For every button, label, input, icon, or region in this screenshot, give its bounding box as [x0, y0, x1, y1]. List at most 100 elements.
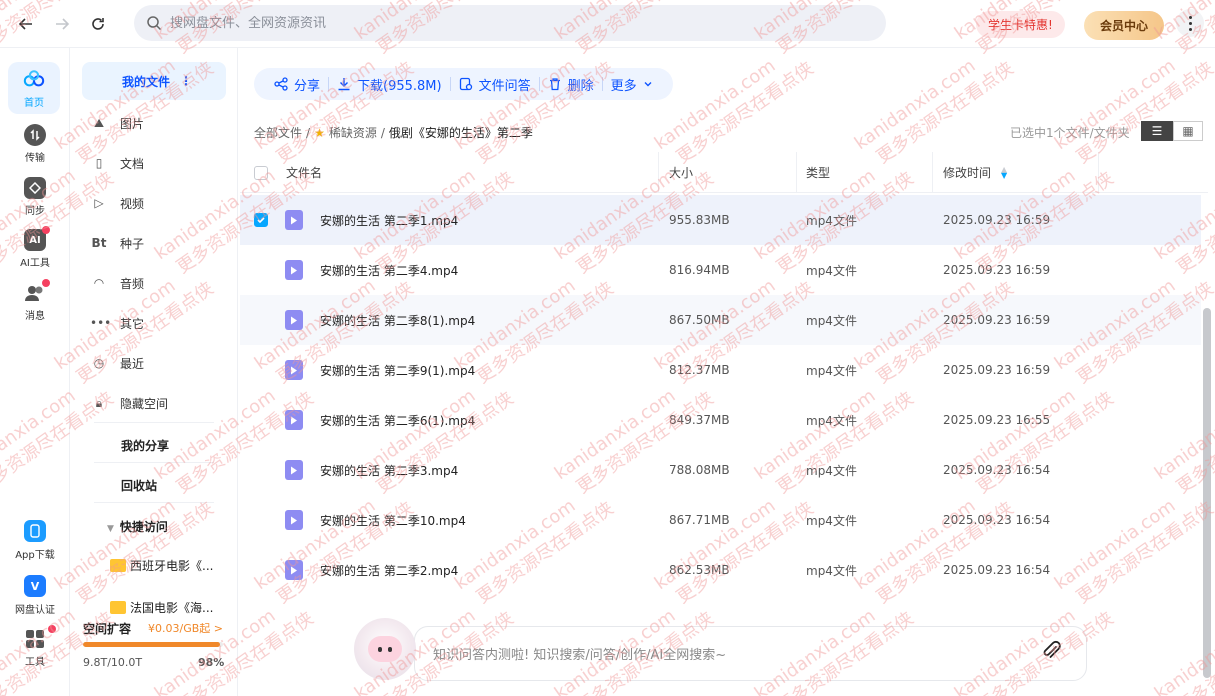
side-item-torrents[interactable]: Bt 种子	[92, 231, 144, 255]
quick-access-toggle[interactable]: ▼ 快捷访问	[107, 518, 168, 535]
rail-label: 首页	[24, 97, 44, 109]
column-header-name[interactable]: 文件名	[286, 152, 322, 193]
video-file-icon	[285, 295, 303, 345]
ai-question-box[interactable]: 知识问答内测啦! 知识搜索/问答/创作/AI全网搜索~	[414, 626, 1087, 681]
file-name[interactable]: 安娜的生活 第二季8(1).mp4	[320, 295, 475, 345]
more-menu-button[interactable]	[1176, 9, 1204, 37]
side-item-audio[interactable]: ◠ 音频	[94, 271, 144, 295]
vip-center-button[interactable]: 会员中心	[1084, 11, 1164, 40]
column-header-modified[interactable]: 修改时间 ▲ ▼	[943, 152, 1007, 193]
table-row[interactable]: 安娜的生活 第二季3.mp4 788.08MB mp4文件 2025.09.23…	[240, 445, 1201, 495]
checkbox-box	[254, 213, 268, 227]
file-type: mp4文件	[806, 413, 857, 428]
search-bar[interactable]	[134, 5, 886, 41]
file-name[interactable]: 安娜的生活 第二季4.mp4	[320, 245, 458, 295]
column-divider	[796, 152, 797, 193]
recycle-bin-link[interactable]: 回收站	[121, 477, 157, 494]
forward-button[interactable]	[44, 6, 80, 42]
breadcrumb-mid[interactable]: 稀缺资源	[329, 124, 377, 141]
lock-icon: 🔒︎	[95, 395, 103, 410]
breadcrumb-root[interactable]: 全部文件	[254, 124, 302, 141]
file-name[interactable]: 安娜的生活 第二季10.mp4	[320, 495, 466, 545]
download-button[interactable]: 下载(955.8M)	[329, 75, 450, 94]
more-label: 更多	[610, 78, 637, 94]
vertical-dots-icon[interactable]: ⋮	[180, 74, 192, 88]
file-name[interactable]: 安娜的生活 第二季3.mp4	[320, 445, 458, 495]
file-size: 816.94MB	[669, 263, 730, 277]
side-item-other[interactable]: ••• 其它	[90, 311, 145, 335]
more-actions-button[interactable]: 更多	[603, 75, 661, 94]
attach-button[interactable]	[1040, 640, 1062, 665]
rail-item-home[interactable]: 首页	[8, 62, 60, 114]
search-input[interactable]	[170, 15, 850, 31]
list-icon: ☰	[1151, 124, 1163, 138]
file-modified: 2025.09.23 16:54	[943, 463, 1051, 477]
side-item-label: 隐藏空间	[120, 396, 169, 411]
notification-dot	[48, 625, 56, 633]
select-all-checkbox[interactable]	[254, 152, 268, 193]
rail-item-messages[interactable]: 消息	[0, 279, 70, 322]
table-row[interactable]: 安娜的生活 第二季10.mp4 867.71MB mp4文件 2025.09.2…	[240, 495, 1201, 545]
side-item-documents[interactable]: ▯ 文档	[96, 151, 144, 175]
file-modified: 2025.09.23 16:55	[943, 413, 1051, 427]
image-icon: ⛰	[93, 115, 105, 130]
share-button[interactable]: 分享	[266, 75, 328, 94]
side-item-images[interactable]: ⛰ 图片	[94, 111, 144, 135]
file-name[interactable]: 安娜的生活 第二季2.mp4	[320, 545, 458, 595]
file-name[interactable]: 安娜的生活 第二季6(1).mp4	[320, 395, 475, 445]
refresh-button[interactable]	[80, 6, 116, 42]
side-item-recent[interactable]: ◷ 最近	[94, 351, 144, 375]
rail-item-app-download[interactable]: App下载	[0, 520, 70, 561]
delete-button[interactable]: 删除	[540, 75, 602, 94]
list-view-button[interactable]: ☰	[1141, 121, 1173, 141]
file-size: 788.08MB	[669, 463, 730, 477]
my-share-link[interactable]: 我的分享	[121, 437, 169, 454]
side-item-label: 其它	[120, 316, 145, 331]
video-file-icon	[285, 195, 303, 245]
file-qa-button[interactable]: 文件问答	[451, 75, 539, 94]
column-header-type[interactable]: 类型	[806, 152, 830, 193]
row-checkbox[interactable]	[254, 195, 268, 245]
file-table-header: 文件名 大小 类型 修改时间 ▲ ▼	[240, 152, 1208, 193]
ellipsis-icon: •••	[90, 316, 112, 330]
file-modified: 2025.09.23 16:59	[943, 263, 1051, 277]
side-item-videos[interactable]: ▷ 视频	[94, 191, 144, 215]
ai-assistant-avatar[interactable]	[354, 618, 416, 680]
vertical-scrollbar[interactable]	[1203, 308, 1211, 678]
grid-view-button[interactable]: ▦	[1173, 121, 1203, 141]
student-card-promo-button[interactable]: 学生卡特惠!	[976, 11, 1065, 38]
phone-icon	[24, 520, 46, 542]
file-name[interactable]: 安娜的生活 第二季1.mp4	[320, 195, 458, 245]
file-modified: 2025.09.23 16:54	[943, 513, 1051, 527]
quick-access-item[interactable]: 西班牙电影《...	[110, 557, 220, 574]
video-file-icon	[285, 245, 303, 295]
rail-label: App下载	[15, 550, 55, 561]
side-item-hidden-space[interactable]: 🔒︎ 隐藏空间	[96, 391, 169, 415]
rail-item-ai-tools[interactable]: AI AI工具	[0, 226, 70, 269]
rail-item-sync[interactable]: 同步	[0, 177, 70, 217]
table-row[interactable]: 安娜的生活 第二季4.mp4 816.94MB mp4文件 2025.09.23…	[240, 245, 1201, 295]
rail-label: 同步	[25, 206, 45, 217]
quick-access-item[interactable]: 法国电影《海...	[110, 599, 220, 616]
my-files-header[interactable]: 我的文件 ⋮	[82, 62, 226, 100]
rail-item-verify[interactable]: V 网盘认证	[0, 575, 70, 616]
table-row[interactable]: 安娜的生活 第二季8(1).mp4 867.50MB mp4文件 2025.09…	[240, 295, 1201, 345]
rail-label: 消息	[25, 311, 45, 322]
rail-item-tools[interactable]: 工具	[0, 625, 70, 668]
table-row[interactable]: 安娜的生活 第二季6(1).mp4 849.37MB mp4文件 2025.09…	[240, 395, 1201, 445]
column-header-size[interactable]: 大小	[669, 152, 693, 193]
table-row[interactable]: 安娜的生活 第二季1.mp4 955.83MB mp4文件 2025.09.23…	[240, 195, 1201, 245]
rail-item-transfer[interactable]: 传输	[0, 124, 70, 164]
file-name[interactable]: 安娜的生活 第二季9(1).mp4	[320, 345, 475, 395]
storage-expand-link[interactable]: ¥0.03/GB起 >	[148, 620, 223, 636]
video-file-icon	[285, 395, 303, 445]
back-button[interactable]	[8, 6, 44, 42]
rail-label: 网盘认证	[15, 605, 55, 616]
table-row[interactable]: 安娜的生活 第二季2.mp4 862.53MB mp4文件 2025.09.23…	[240, 545, 1201, 595]
breadcrumb-current: 俄剧《安娜的生活》第二季	[388, 126, 533, 140]
column-divider	[1098, 152, 1099, 193]
table-row[interactable]: 安娜的生活 第二季9(1).mp4 812.37MB mp4文件 2025.09…	[240, 345, 1201, 395]
astronaut-icon	[368, 636, 402, 662]
paperclip-icon	[1043, 640, 1061, 658]
star-icon: ★	[314, 125, 325, 140]
